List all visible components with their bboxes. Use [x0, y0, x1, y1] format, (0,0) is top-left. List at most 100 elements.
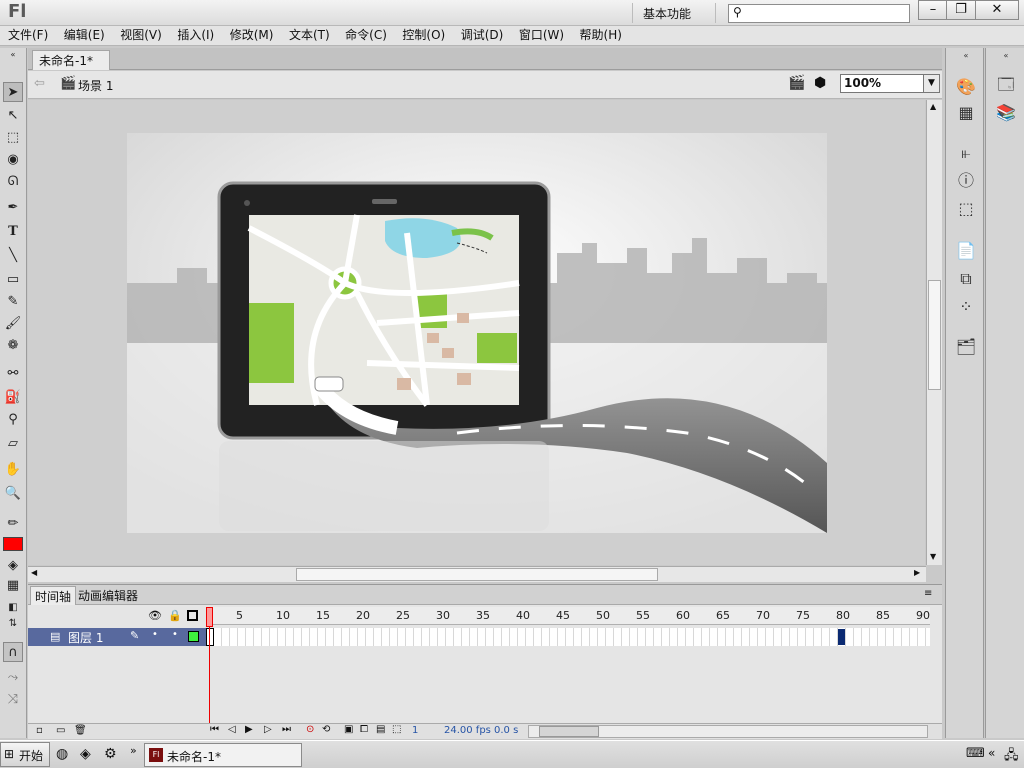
tray-expand-icon[interactable]: « — [988, 746, 995, 760]
edit-scene-icon[interactable]: 🎬 — [788, 75, 805, 91]
onion-markers-icon[interactable]: ⬚ — [392, 724, 401, 735]
last-frame-icon[interactable]: ⏭ — [282, 724, 291, 735]
pen-tool-icon[interactable]: ✒ — [3, 198, 23, 218]
project-panel-icon[interactable]: 🗂 — [955, 336, 977, 358]
selection-tool-icon[interactable]: ➤ — [3, 82, 23, 102]
menu-file[interactable]: 文件(F) — [8, 26, 48, 44]
paint-bucket-tool-icon[interactable]: ⛽ — [3, 388, 23, 408]
stroke-color-icon[interactable]: ✏ — [3, 514, 23, 534]
new-folder-icon[interactable]: ▭ — [56, 725, 65, 736]
zoom-tool-icon[interactable]: 🔍 — [3, 484, 23, 504]
workspace-switcher[interactable]: 基本功能 ▾ — [632, 3, 716, 36]
fill-bucket-icon[interactable]: ◈ — [3, 556, 23, 576]
zoom-dropdown-icon[interactable]: ▼ — [923, 74, 940, 93]
layer-row[interactable]: ▤ 图层 1 ✎ • • — [28, 628, 206, 646]
menu-help[interactable]: 帮助(H) — [580, 26, 622, 44]
menu-control[interactable]: 控制(O) — [402, 26, 445, 44]
panel-menu-icon[interactable]: ≡ — [924, 588, 932, 599]
transform-panel-icon[interactable]: ⬚ — [955, 198, 977, 220]
vertical-scroll-thumb[interactable] — [928, 280, 941, 390]
smooth-icon[interactable]: ⤳ — [3, 668, 23, 688]
tab-timeline[interactable]: 时间轴 — [30, 586, 76, 605]
swatches-panel-icon[interactable]: ▦ — [955, 102, 977, 124]
edit-symbols-icon[interactable]: ⬢ — [814, 75, 826, 91]
lock-icon[interactable]: 🔒 — [168, 609, 182, 622]
info-panel-icon[interactable]: ⓘ — [955, 170, 977, 192]
menu-window[interactable]: 窗口(W) — [519, 26, 564, 44]
free-transform-tool-icon[interactable]: ⬚ — [3, 128, 23, 148]
straighten-icon[interactable]: ⤨ — [3, 690, 23, 710]
center-frame-icon[interactable]: ⊙ — [306, 724, 314, 735]
close-button[interactable]: ✕ — [975, 0, 1019, 20]
menu-text[interactable]: 文本(T) — [289, 26, 330, 44]
hand-tool-icon[interactable]: ✋ — [3, 460, 23, 480]
menu-commands[interactable]: 命令(C) — [345, 26, 387, 44]
eraser-tool-icon[interactable]: ▱ — [3, 434, 23, 454]
onion-skin-icon[interactable]: ▣ — [344, 724, 353, 735]
components-panel-icon[interactable]: ⧉ — [955, 268, 977, 290]
playhead[interactable] — [206, 607, 213, 627]
timeline-scroll-thumb[interactable] — [539, 726, 599, 737]
layer-color-swatch[interactable] — [188, 631, 199, 642]
deco-tool-icon[interactable]: ❁ — [3, 336, 23, 356]
menu-insert[interactable]: 插入(I) — [177, 26, 214, 44]
keyboard-icon[interactable]: ⌨ — [966, 746, 985, 761]
timeline-ruler[interactable]: 151015202530354045505560657075808590 — [206, 607, 930, 625]
scroll-left-icon[interactable]: ◀ — [31, 568, 37, 577]
keyframe[interactable] — [206, 628, 214, 646]
taskbar-item-flash[interactable]: Fl 未命名-1* — [144, 743, 302, 767]
eye-icon[interactable]: 👁 — [148, 609, 162, 622]
scroll-up-icon[interactable]: ▲ — [930, 102, 936, 111]
menu-view[interactable]: 视图(V) — [120, 26, 162, 44]
scroll-down-icon[interactable]: ▼ — [930, 552, 936, 561]
line-tool-icon[interactable]: ╲ — [3, 246, 23, 266]
actions-panel-icon[interactable]: 📄 — [955, 240, 977, 262]
help-search-input[interactable]: ⚲ — [728, 4, 910, 23]
outline-icon[interactable] — [187, 610, 198, 621]
expand-icon[interactable]: « — [995, 50, 1017, 62]
swap-colors-icon[interactable]: ▦ — [3, 576, 23, 596]
tab-document[interactable]: 未命名-1* × — [32, 50, 110, 83]
horizontal-scroll-thumb[interactable] — [296, 568, 658, 581]
tab-motion-editor[interactable]: 动画编辑器 — [78, 587, 138, 604]
visible-dot-icon[interactable]: • — [152, 629, 158, 640]
snap-magnet-icon[interactable]: ∩ — [3, 642, 23, 662]
frame-marker[interactable] — [838, 629, 845, 645]
properties-panel-icon[interactable]: 🗔 — [995, 74, 1017, 96]
fill-color-swatch[interactable] — [3, 537, 23, 551]
rectangle-tool-icon[interactable]: ▭ — [3, 270, 23, 290]
text-tool-icon[interactable]: T — [3, 222, 23, 242]
back-arrow-icon[interactable]: ⇦ — [34, 76, 45, 91]
menu-debug[interactable]: 调试(D) — [461, 26, 504, 44]
start-button[interactable]: ⊞ 开始 — [0, 742, 50, 767]
onion-outline-icon[interactable]: ⧠ — [360, 724, 368, 735]
menu-edit[interactable]: 编辑(E) — [64, 26, 105, 44]
scroll-right-icon[interactable]: ▶ — [914, 568, 920, 577]
chrome-icon[interactable]: ◍ — [56, 746, 68, 762]
stage-vertical-scrollbar[interactable]: ▲ ▼ — [926, 100, 942, 565]
eyedropper-tool-icon[interactable]: ⚲ — [3, 410, 23, 430]
next-frame-icon[interactable]: ▷ — [264, 724, 272, 735]
minimize-button[interactable]: – — [918, 0, 948, 20]
more-icon[interactable]: » — [130, 744, 137, 757]
stage-canvas[interactable] — [127, 133, 827, 533]
network-icon[interactable]: 🖧 — [1004, 746, 1019, 768]
collapse-icon[interactable]: « — [3, 50, 23, 60]
lock-dot-icon[interactable]: • — [172, 629, 178, 640]
pencil-tool-icon[interactable]: ✎ — [3, 292, 23, 312]
align-panel-icon[interactable]: ⫦ — [955, 142, 977, 164]
restore-button[interactable]: ❐ — [946, 0, 976, 20]
loop-icon[interactable]: ⟲ — [322, 724, 330, 735]
play-icon[interactable]: ▶ — [245, 724, 253, 735]
frame-rate[interactable]: 24.00 fps — [444, 725, 491, 736]
expand-icon[interactable]: « — [955, 50, 977, 62]
lasso-tool-icon[interactable]: ᘏ — [3, 172, 23, 192]
color-panel-icon[interactable]: 🎨 — [955, 76, 977, 98]
first-frame-icon[interactable]: ⏮ — [210, 724, 219, 735]
brush-tool-icon[interactable]: 🖌 — [3, 314, 23, 334]
app-icon[interactable]: ◈ — [80, 746, 91, 762]
bone-tool-icon[interactable]: ⚯ — [3, 364, 23, 384]
swap-icon[interactable]: ⇅ — [3, 614, 23, 634]
delete-layer-icon[interactable]: 🗑 — [74, 725, 87, 736]
menu-modify[interactable]: 修改(M) — [230, 26, 274, 44]
